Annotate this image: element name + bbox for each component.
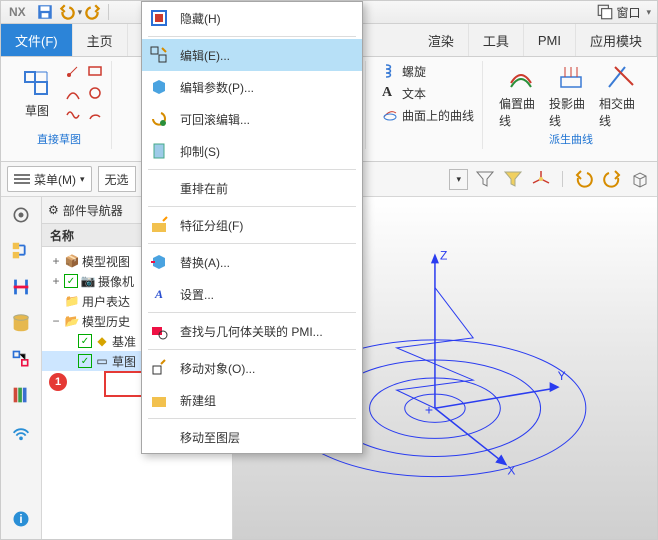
helix-tool[interactable]: 螺旋 — [382, 61, 426, 81]
library-icon[interactable] — [7, 381, 35, 409]
app-logo: NX — [1, 5, 34, 19]
svg-text:Z: Z — [440, 248, 447, 262]
ribbon-group-sketch-label[interactable]: 直接草图 — [37, 131, 81, 149]
window-menu-label[interactable]: 窗口 — [616, 4, 640, 21]
circle-tool[interactable] — [87, 83, 103, 103]
ctx-suppress[interactable]: 抑制(S) — [142, 135, 362, 167]
point-tool[interactable] — [65, 61, 81, 81]
dropdown-icon[interactable]: ▾ — [449, 169, 468, 190]
info-icon[interactable]: i — [7, 505, 35, 533]
ctx-new-group[interactable]: 新建组 — [142, 384, 362, 416]
tab-home[interactable]: 主页 — [73, 24, 128, 56]
offset-curve-button[interactable]: 偏置曲线 — [499, 61, 543, 129]
box-icon[interactable] — [629, 168, 651, 190]
tab-pmi[interactable]: PMI — [524, 24, 576, 56]
line-tool[interactable] — [65, 83, 81, 103]
tree-icon[interactable] — [7, 345, 35, 373]
tab-tools[interactable]: 工具 — [469, 24, 524, 56]
ctx-rollback[interactable]: 可回滚编辑... — [142, 103, 362, 135]
project-curve-button[interactable]: 投影曲线 — [549, 61, 593, 129]
ctx-replace[interactable]: 替换(A)... — [142, 246, 362, 278]
ctx-edit-params[interactable]: 编辑参数(P)... — [142, 71, 362, 103]
undo-history-icon[interactable] — [573, 168, 595, 190]
svg-text:i: i — [19, 513, 22, 526]
intersect-curve-button[interactable]: 相交曲线 — [599, 61, 643, 129]
callout-1: 1 — [49, 373, 67, 391]
arc-tool[interactable] — [87, 105, 103, 125]
axis-triad: Z Y X + — [425, 248, 566, 477]
tab-file[interactable]: 文件(F) — [1, 24, 73, 56]
text-tool[interactable]: A文本 — [382, 83, 426, 103]
rect-tool[interactable] — [87, 61, 103, 81]
database-icon[interactable] — [7, 309, 35, 337]
redo-icon[interactable] — [84, 3, 102, 21]
ctx-move-to-layer[interactable]: 移动至图层 — [142, 421, 362, 453]
svg-text:Y: Y — [558, 369, 566, 383]
settings-icon[interactable] — [7, 201, 35, 229]
tab-render[interactable]: 渲染 — [414, 24, 469, 56]
save-icon[interactable] — [36, 3, 54, 21]
undo-icon[interactable] — [58, 3, 76, 21]
sketch-button[interactable]: 草图 — [15, 68, 59, 119]
ctx-find-pmi[interactable]: 查找与几何体关联的 PMI... — [142, 315, 362, 347]
wifi-icon[interactable] — [7, 417, 35, 445]
ctx-settings[interactable]: A设置... — [142, 278, 362, 310]
ctx-hide[interactable]: 隐藏(H) — [142, 2, 362, 34]
left-toolbar: i — [1, 197, 42, 539]
window-icon[interactable] — [596, 3, 614, 21]
curve-on-surface-tool[interactable]: 曲面上的曲线 — [382, 105, 474, 125]
redo-history-icon[interactable] — [601, 168, 623, 190]
csys-icon[interactable] — [530, 168, 552, 190]
spline-tool[interactable] — [65, 105, 81, 125]
constraint-nav-icon[interactable] — [7, 273, 35, 301]
svg-text:X: X — [507, 464, 515, 478]
menu-button[interactable]: 菜单(M)▾ — [7, 166, 92, 192]
ctx-feature-group[interactable]: 特征分组(F) — [142, 209, 362, 241]
ctx-edit[interactable]: 编辑(E)... — [142, 39, 362, 71]
ctx-reorder[interactable]: 重排在前 — [142, 172, 362, 204]
tab-appmodule[interactable]: 应用模块 — [576, 24, 657, 56]
filter-color-icon[interactable] — [502, 168, 524, 190]
filter-icon[interactable] — [474, 168, 496, 190]
ctx-move-object[interactable]: 移动对象(O)... — [142, 352, 362, 384]
selection-filter[interactable]: 无选 — [98, 166, 136, 192]
svg-text:+: + — [425, 401, 433, 417]
ribbon-group-derived-label[interactable]: 派生曲线 — [549, 131, 593, 149]
context-menu: 隐藏(H) 编辑(E)... 编辑参数(P)... 可回滚编辑... 抑制(S)… — [141, 1, 363, 454]
assembly-nav-icon[interactable] — [7, 237, 35, 265]
